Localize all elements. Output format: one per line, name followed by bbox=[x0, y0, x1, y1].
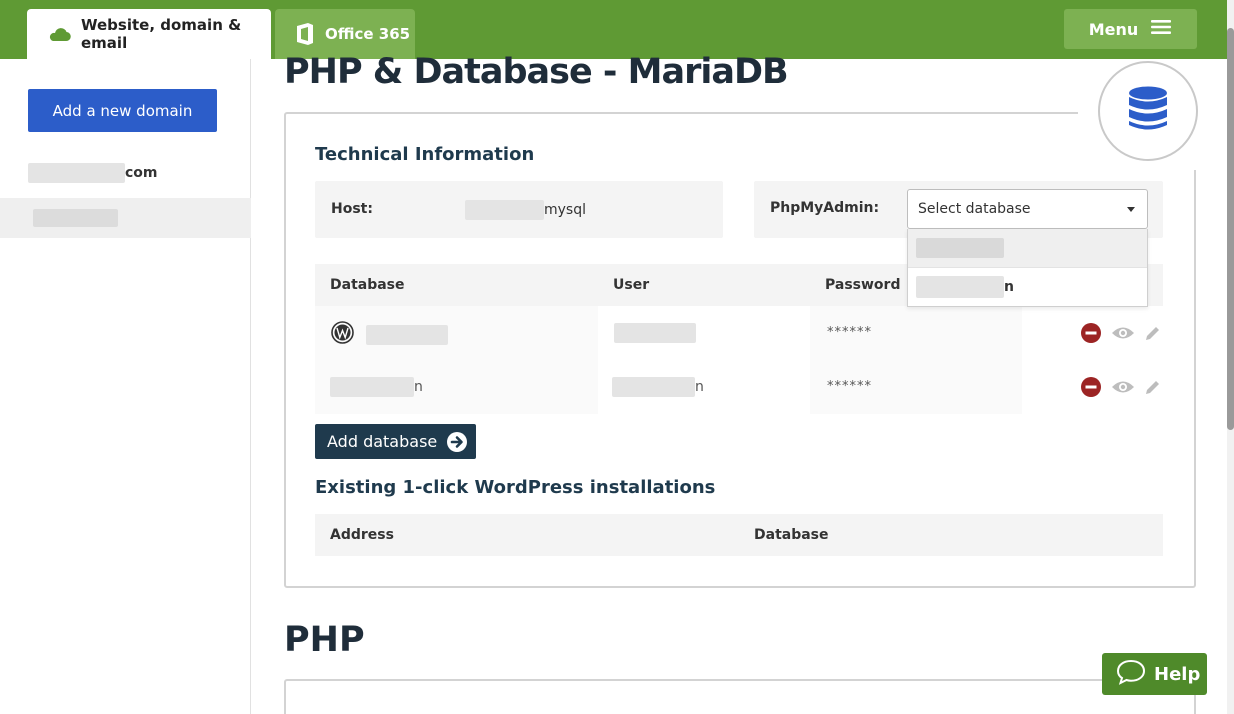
delete-icon[interactable] bbox=[1080, 376, 1102, 402]
host-label: Host: bbox=[331, 201, 373, 217]
table-cell-bg bbox=[810, 306, 1022, 414]
sidebar-item-selected[interactable] bbox=[0, 198, 251, 238]
select-value: Select database bbox=[918, 201, 1031, 217]
column-header-database: Database bbox=[315, 264, 598, 306]
table-row-1-password: ****** bbox=[827, 325, 872, 340]
database-badge bbox=[1098, 61, 1198, 161]
chat-bubble-icon bbox=[1116, 659, 1146, 690]
database-dropdown-list: n bbox=[907, 229, 1148, 307]
domain-suffix: com bbox=[125, 165, 158, 181]
redacted-text bbox=[366, 325, 448, 345]
tab-label: Office 365 bbox=[325, 25, 411, 43]
host-info-box: Host: mysql bbox=[315, 181, 723, 238]
redacted-text bbox=[916, 276, 1004, 298]
dropdown-option[interactable] bbox=[908, 229, 1147, 267]
page-title: PHP & Database - MariaDB bbox=[284, 52, 789, 92]
database-suffix: n bbox=[414, 379, 423, 395]
table-row-2-database: n bbox=[330, 377, 423, 397]
eye-icon[interactable] bbox=[1111, 325, 1135, 345]
sidebar: Add a new domain com bbox=[0, 59, 251, 714]
php-section-title: PHP bbox=[284, 620, 365, 660]
table-cell-bg bbox=[315, 306, 598, 414]
database-icon bbox=[1127, 86, 1169, 136]
redacted-text bbox=[612, 377, 695, 397]
column-header-address: Address bbox=[315, 514, 739, 556]
scrollbar-thumb[interactable] bbox=[1227, 28, 1234, 430]
tab-website-domain-email[interactable]: Website, domain & email bbox=[27, 9, 271, 59]
help-button[interactable]: Help bbox=[1102, 653, 1207, 695]
sidebar-item-domain[interactable]: com bbox=[28, 163, 158, 183]
host-suffix: mysql bbox=[544, 202, 586, 218]
wordpress-installations-title: Existing 1-click WordPress installations bbox=[315, 477, 716, 498]
row-1-actions bbox=[1080, 322, 1162, 348]
cloud-icon bbox=[47, 26, 71, 42]
redacted-text bbox=[330, 377, 414, 397]
arrow-right-circle-icon bbox=[446, 431, 468, 457]
edit-icon[interactable] bbox=[1144, 324, 1162, 346]
database-select[interactable]: Select database bbox=[907, 189, 1148, 229]
redacted-text bbox=[28, 163, 125, 183]
dropdown-option[interactable]: n bbox=[908, 268, 1147, 306]
table-row-2-user: n bbox=[612, 377, 704, 397]
option-suffix: n bbox=[1004, 279, 1014, 295]
eye-icon[interactable] bbox=[1111, 379, 1135, 399]
add-domain-button[interactable]: Add a new domain bbox=[28, 89, 217, 132]
tab-label: Website, domain & email bbox=[81, 16, 242, 52]
table-row-1-database bbox=[366, 325, 448, 345]
wordpress-icon bbox=[331, 321, 354, 348]
technical-info-title: Technical Information bbox=[315, 144, 535, 165]
column-header-user: User bbox=[598, 264, 810, 306]
redacted-text bbox=[614, 323, 696, 343]
add-database-label: Add database bbox=[327, 432, 438, 451]
redacted-text bbox=[33, 209, 118, 227]
menu-button[interactable]: Menu bbox=[1064, 9, 1197, 49]
menu-label: Menu bbox=[1088, 19, 1139, 39]
host-value: mysql bbox=[465, 200, 586, 220]
redacted-text bbox=[916, 238, 1004, 258]
top-navigation-bar: Website, domain & email Office 365 Menu bbox=[0, 0, 1227, 59]
chevron-down-icon bbox=[1127, 207, 1135, 212]
row-2-actions bbox=[1080, 376, 1162, 402]
hamburger-icon bbox=[1150, 19, 1172, 39]
column-header-database: Database bbox=[739, 514, 1163, 556]
office-icon bbox=[295, 22, 315, 46]
phpmyadmin-label: PhpMyAdmin: bbox=[770, 200, 880, 216]
add-database-button[interactable]: Add database bbox=[315, 424, 476, 459]
user-suffix: n bbox=[695, 379, 704, 395]
table-row-1-user bbox=[614, 323, 696, 343]
table-row-2-password: ****** bbox=[827, 379, 872, 394]
redacted-text bbox=[465, 200, 544, 220]
add-domain-label: Add a new domain bbox=[52, 101, 193, 120]
php-panel bbox=[284, 679, 1196, 714]
delete-icon[interactable] bbox=[1080, 322, 1102, 348]
help-label: Help bbox=[1154, 663, 1201, 685]
edit-icon[interactable] bbox=[1144, 378, 1162, 400]
